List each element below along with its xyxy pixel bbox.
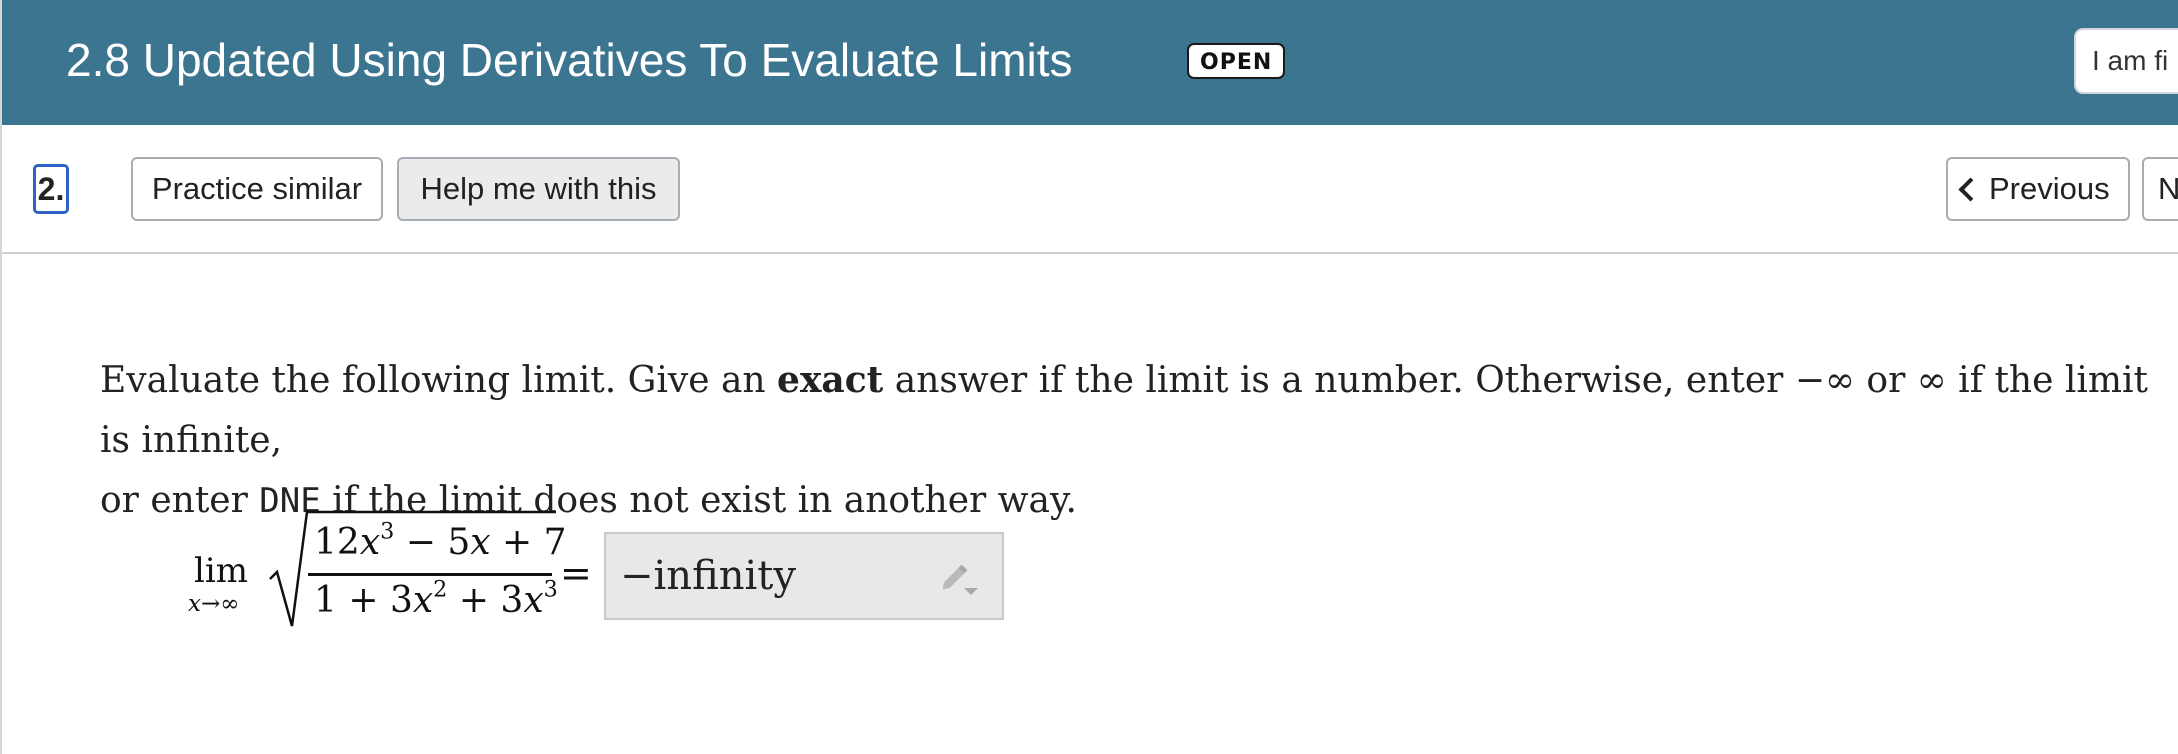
answer-value: −infinity (620, 553, 796, 599)
question-number[interactable]: 2. (33, 164, 69, 214)
answer-input[interactable]: −infinity (604, 532, 1004, 620)
problem-text-4: if the limit does not exist in another w… (320, 480, 1077, 521)
lim-subscript: x→∞ (188, 591, 240, 617)
question-toolbar: 2. Practice similar Help me with this Pr… (2, 125, 2178, 254)
assignment-title: 2.8 Updated Using Derivatives To Evaluat… (66, 34, 1073, 86)
fraction-bar (308, 573, 552, 576)
practice-similar-button[interactable]: Practice similar (131, 157, 383, 221)
help-me-button[interactable]: Help me with this (397, 157, 680, 221)
problem-emphasis: exact (777, 359, 884, 401)
chevron-left-icon (1958, 177, 1983, 202)
lim-operator: lim (194, 551, 248, 591)
problem-text-3: or enter (100, 480, 260, 521)
next-button[interactable]: N (2142, 157, 2178, 221)
previous-label: Previous (1989, 171, 2110, 206)
equals-sign: = (560, 551, 592, 595)
pencil-dropdown-icon[interactable] (938, 558, 982, 598)
dne-code: DNE (259, 481, 321, 521)
assignment-header: 2.8 Updated Using Derivatives To Evaluat… (2, 0, 2178, 125)
user-menu-button[interactable]: I am fi (2074, 28, 2178, 94)
previous-button[interactable]: Previous (1946, 157, 2130, 221)
status-badge: OPEN (1187, 43, 1286, 79)
problem-text-1: Evaluate the following limit. Give an (100, 360, 778, 401)
fraction-denominator: 1 + 3x2 + 3x3 (314, 576, 558, 621)
problem-statement: Evaluate the following limit. Give an ex… (100, 350, 2160, 531)
